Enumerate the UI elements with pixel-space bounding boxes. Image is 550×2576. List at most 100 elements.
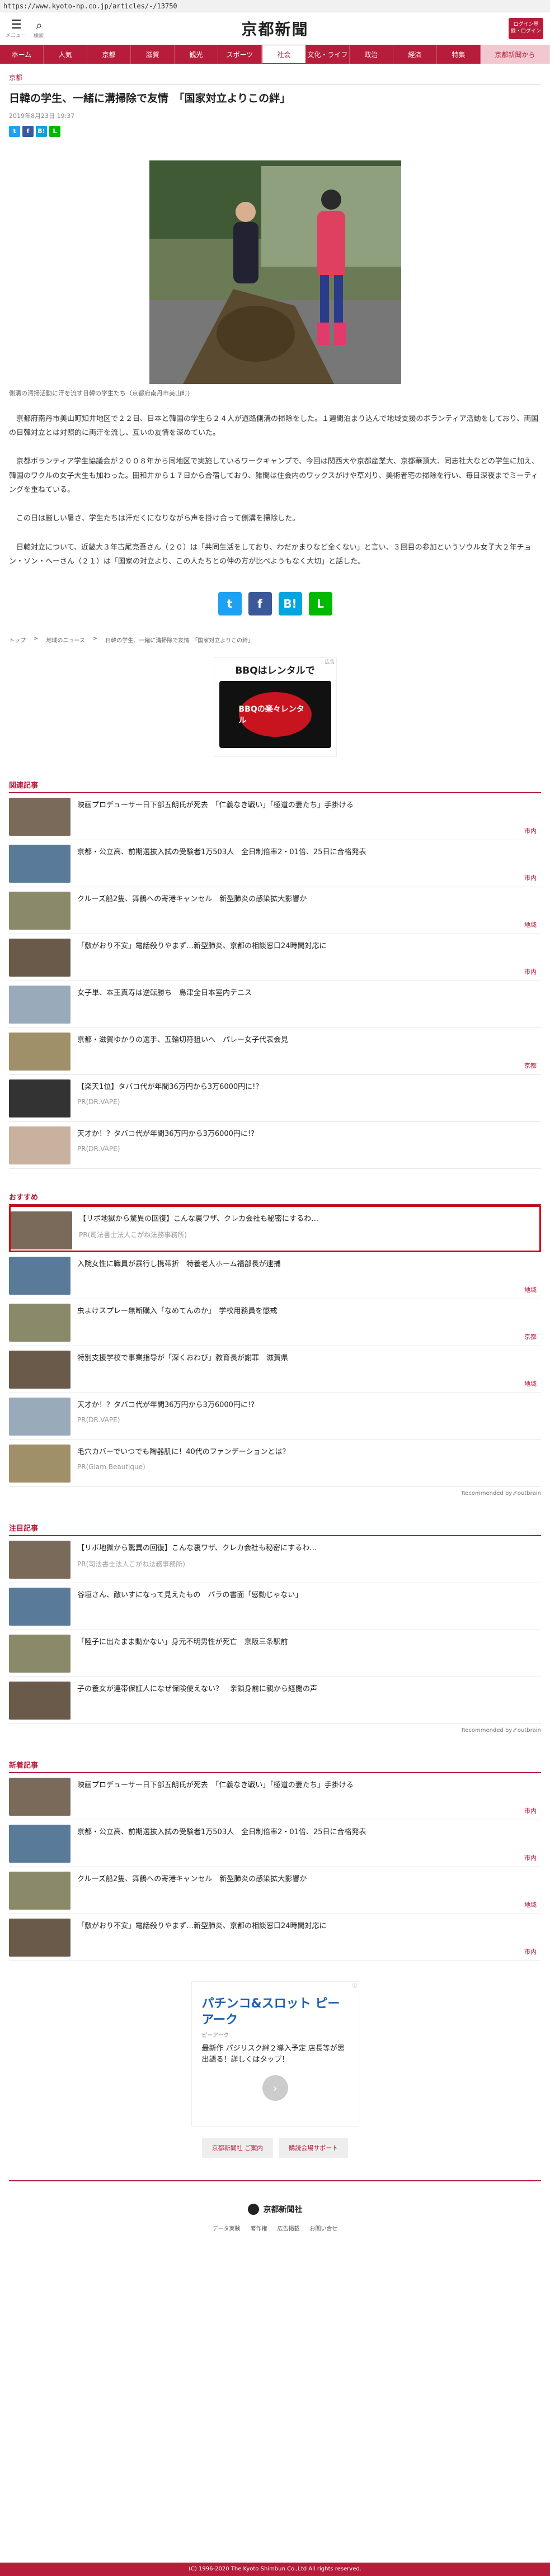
list-item[interactable]: 映画プロデューサー日下部五朗氏が死去 「仁義なき戦い」「極道の妻たち」手掛ける市… [9, 1773, 541, 1821]
url-bar[interactable]: https://www.kyoto-np.co.jp/articles/-/13… [0, 0, 550, 12]
footer-link[interactable]: 著作権 [251, 2224, 267, 2232]
outbrain-credit[interactable]: Recommended by ⁄⁄ outbrain [9, 1724, 541, 1737]
line-icon[interactable]: L [308, 592, 332, 616]
region-tag[interactable]: 地域 [524, 1285, 537, 1294]
breadcrumb-local[interactable]: 地域のニュース [46, 636, 85, 644]
region-tag[interactable]: 地域 [524, 1900, 537, 1909]
hamburger-icon: ☰ [11, 17, 22, 32]
list-item-title: クルーズ船2隻、舞鶴への寄港キャンセル 新型肺炎の感染拡大影響か [77, 1875, 307, 1884]
nav-society[interactable]: 社会 [261, 45, 306, 64]
article-paragraph: 京都ボランティア学生協議会が２００８年から同地区で実施しているワークキャンプで、… [9, 457, 539, 494]
login-button[interactable]: ログイン登録・ログイン [509, 18, 543, 39]
recommend-heading: おすすめ [9, 1191, 541, 1206]
ad-banner-bbq[interactable]: 広告 BBQはレンタルで BBQの楽々レンタル [213, 657, 337, 757]
nav-shiga[interactable]: 滋賀 [131, 45, 175, 64]
ad-banner-parlor[interactable]: ⓘ パチンコ&スロット ピーアーク ピーアーク 最新作 パジリスク絆２導入予定 … [191, 1981, 359, 2127]
region-tag[interactable]: 地域 [524, 920, 537, 929]
nav-economy[interactable]: 経済 [393, 45, 437, 64]
nav-sports[interactable]: スポーツ [218, 45, 262, 64]
ad-info-icon[interactable]: ⓘ [352, 1982, 357, 1989]
list-item-title: 女子単、本王真寿は逆転勝ち 島津全日本室内テニス [77, 989, 252, 998]
twitter-icon[interactable]: t [9, 125, 20, 137]
region-tag[interactable]: 市内 [524, 1806, 537, 1815]
nav-feature[interactable]: 特集 [437, 45, 481, 64]
about-button[interactable]: 京都新聞社 ご案内 [201, 2138, 274, 2158]
list-item[interactable]: クルーズ船2隻、舞鶴への寄港キャンセル 新型肺炎の感染拡大影響か地域 [9, 887, 541, 935]
nav-politics[interactable]: 政治 [350, 45, 393, 64]
list-item[interactable]: 京都・滋賀ゆかりの選手、五輪切符狙いへ パレー女子代表会見 京都 [9, 1028, 541, 1076]
list-item-title: 【リボ地獄から驚異の回復】こんな裏ワザ、クレカ会社も秘密にするわ… [79, 1215, 319, 1224]
thumbnail-image [9, 1445, 70, 1483]
article-category[interactable]: 京都 [9, 73, 541, 85]
list-item[interactable]: 「敷がおり不安」電話殺りやまず…新型肺炎、京都の相談窓口24時間対応に市内 [9, 1914, 541, 1962]
region-tag[interactable]: 市内 [524, 1853, 537, 1862]
list-item[interactable]: 毛穴カバーでいつでも陶器肌に！40代のファンデーションとは？ PR(Glam Be… [9, 1440, 541, 1488]
list-item[interactable]: 【リボ地獄から驚異の回復】こんな裏ワザ、クレカ会社も秘密にするわ… PR(司法書士… [9, 1205, 541, 1253]
search-icon: ⌕ [36, 18, 43, 32]
sponsor-label: PR(司法書士法人こがね法務事務所) [79, 1231, 187, 1239]
search-label: 検索 [34, 33, 44, 39]
list-item[interactable]: 映画プロデューサー日下部五朗氏が死去 「仁義なき戦い」「極道の妻たち」手掛ける市… [9, 793, 541, 841]
region-tag[interactable]: 市内 [524, 826, 537, 835]
site-logo[interactable]: 京都新聞 [241, 17, 308, 40]
nav-home[interactable]: ホーム [0, 45, 44, 64]
facebook-icon[interactable]: f [22, 125, 34, 137]
twitter-icon[interactable]: t [218, 592, 242, 616]
footer-link[interactable]: データ実験 [213, 2224, 241, 2232]
list-item[interactable]: 京都・公立高、前期選抜入試の受験者1万503人 全日制倍率2・01倍、25日に合… [9, 1820, 541, 1868]
line-icon[interactable]: L [49, 125, 60, 137]
footer-link[interactable]: 広告掲載 [278, 2224, 300, 2232]
region-tag[interactable]: 京都 [524, 1332, 537, 1341]
latest-list: 映画プロデューサー日下部五朗氏が死去 「仁義なき戦い」「極道の妻たち」手掛ける市… [9, 1773, 541, 1962]
thumbnail-image [9, 1257, 70, 1295]
breadcrumb-top[interactable]: トップ [9, 636, 26, 644]
list-item[interactable]: 特別支援学校で事業指导が「深くおわび」教育長が謝罪 滋賀県 地域 [9, 1346, 541, 1394]
outbrain-credit[interactable]: Recommended by ⁄⁄ outbrain [9, 1487, 541, 1500]
attention-heading: 注目記事 [9, 1522, 541, 1537]
sponsor-label: PR(DR.VAPE) [77, 1098, 120, 1106]
nav-kyoto[interactable]: 京都 [87, 45, 131, 64]
list-item[interactable]: 【楽天1位】タバコ代が年間36万円から3万6000円に!? PR(DR.VAPE) [9, 1075, 541, 1123]
facebook-icon[interactable]: f [248, 592, 272, 616]
list-item[interactable]: 入院女性に職員が暴行し携帯折 特養老人ホーム福部長が逮捕 地域 [9, 1252, 541, 1300]
breadcrumb-separator: > [34, 636, 39, 642]
list-item[interactable]: 谷垣さん、敵いすになって見えたもの バラの書面「感動じゃない」 [9, 1583, 541, 1631]
list-item-title: 京都・公立高、前期選抜入試の受験者1万503人 全日制倍率2・01倍、25日に合… [77, 848, 366, 857]
list-item[interactable]: 「敷がおり不安」電話殺りやまず…新型肺炎、京都の相談窓口24時間対応に 市内 [9, 934, 541, 982]
list-item-title: 映画プロデューサー日下部五朗氏が死去 「仁義なき戦い」「極道の妻たち」手掛ける [77, 801, 354, 810]
article-photo[interactable] [149, 160, 401, 384]
search-button[interactable]: ⌕ 検索 [34, 18, 44, 39]
menu-button[interactable]: ☰ メニュー [6, 17, 26, 39]
footer-link[interactable]: お問い合せ [310, 2224, 338, 2232]
thumbnail-image [9, 986, 70, 1024]
list-item-title: 【リボ地獄から驚異の回復】こんな裏ワザ、クレカ会社も秘密にするわ… [77, 1544, 317, 1553]
region-tag[interactable]: 市内 [524, 1947, 537, 1956]
nav-culture[interactable]: 文化・ライフ [306, 45, 350, 64]
thumbnail-image [9, 1304, 70, 1342]
nav-from-kyoto[interactable]: 京都新聞から [480, 45, 550, 64]
list-item[interactable]: 子の養女が連帯保証人になぜ保険使えない？ 亲鎖身前に親から経閲の声 [9, 1677, 541, 1725]
list-item[interactable]: 天才か！？タバコ代が年間36万円から3万6000円に!? PR(DR.VAPE) [9, 1393, 541, 1441]
list-item[interactable]: 虫よけスプレー無断購入「なめてんのか」 学校用務員を懲戒 京都 [9, 1299, 541, 1347]
list-item-title: クルーズ船2隻、舞鶴への寄港キャンセル 新型肺炎の感染拡大影響か [77, 895, 307, 904]
hatena-icon[interactable]: B! [278, 592, 302, 616]
region-tag[interactable]: 市内 [524, 967, 537, 976]
list-item[interactable]: 京都・公立高、前期選抜入試の受験者1万503人 全日制倍率2・01倍、25日に合… [9, 840, 541, 888]
list-item[interactable]: 【リボ地獄から驚異の回復】こんな裏ワザ、クレカ会社も秘密にするわ… PR(司法書士… [9, 1536, 541, 1584]
nav-tourism[interactable]: 観光 [175, 45, 218, 64]
footer-logo[interactable]: 京都新聞社 [9, 2204, 541, 2215]
list-item-title: 「敷がおり不安」電話殺りやまず…新型肺炎、京都の相談窓口24時間対応に [77, 1922, 327, 1931]
list-item[interactable]: 女子単、本王真寿は逆転勝ち 島津全日本室内テニス [9, 981, 541, 1029]
thumbnail-image [9, 1588, 70, 1626]
list-item[interactable]: 天才か！？タバコ代が年間36万円から3万6000円に!? PR(DR.VAPE) [9, 1122, 541, 1169]
footer-logo-text: 京都新聞社 [263, 2205, 303, 2215]
support-button[interactable]: 購読会場サポート [279, 2138, 349, 2158]
list-item-title: 天才か！？タバコ代が年間36万円から3万6000円に!? [77, 1130, 255, 1139]
region-tag[interactable]: 市内 [524, 873, 537, 882]
region-tag[interactable]: 京都 [524, 1061, 537, 1070]
nav-popular[interactable]: 人気 [44, 45, 87, 64]
list-item[interactable]: クルーズ船2隻、舞鶴への寄港キャンセル 新型肺炎の感染拡大影響か地域 [9, 1867, 541, 1915]
list-item[interactable]: 「陸子に出たまま動かない」身元不明男性が死亡 京阪三条駅前 [9, 1630, 541, 1678]
hatena-icon[interactable]: B! [36, 125, 47, 137]
region-tag[interactable]: 地域 [524, 1379, 537, 1388]
